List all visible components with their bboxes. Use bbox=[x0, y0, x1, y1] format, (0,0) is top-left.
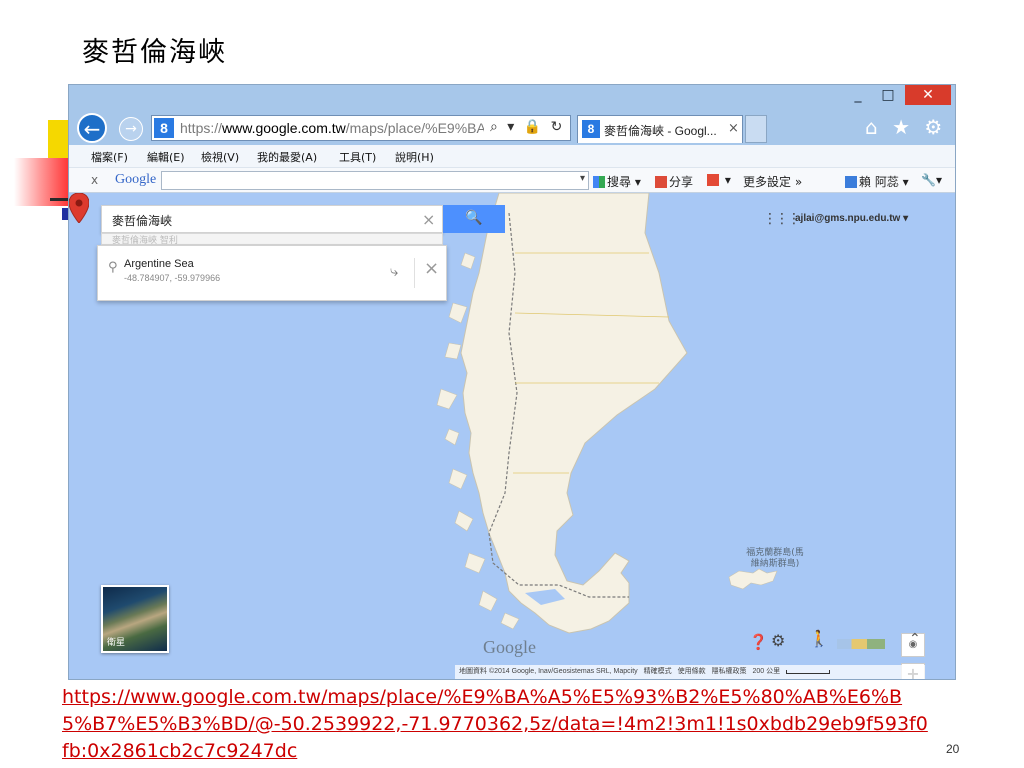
close-window-button[interactable]: ✕ bbox=[905, 85, 951, 105]
attribution-privacy[interactable]: 隱私權政策 bbox=[712, 668, 747, 675]
source-url-link[interactable]: https://www.google.com.tw/maps/place/%E9… bbox=[62, 684, 932, 765]
imagery-thumbnails[interactable] bbox=[837, 639, 885, 649]
wrench-icon[interactable]: 🔧▾ bbox=[921, 173, 942, 187]
apps-grid-icon[interactable]: ⋮⋮⋮ bbox=[763, 211, 801, 227]
google-watermark: Google bbox=[483, 637, 536, 657]
falkland-islands bbox=[728, 568, 778, 590]
url-host: www.google.com.tw bbox=[222, 120, 346, 136]
menu-file[interactable]: 檔案(F) bbox=[91, 149, 128, 165]
user-avatar-icon bbox=[845, 176, 857, 188]
slide-title: 麥哲倫海峽 bbox=[82, 37, 227, 68]
address-bar-icons: ⌕ ▾ 🔒 ↻ bbox=[490, 119, 567, 135]
favorites-star-icon[interactable]: ★ bbox=[892, 115, 910, 139]
search-icon: 🔍 bbox=[465, 210, 483, 226]
menu-tools[interactable]: 工具(T) bbox=[339, 149, 376, 165]
dropdown-icon[interactable]: ▾ bbox=[507, 119, 514, 135]
map-search-button[interactable]: 🔍 bbox=[443, 205, 505, 233]
forward-button[interactable]: → bbox=[119, 117, 143, 141]
search-suggestion-peek: 麥哲倫海峽 智利 bbox=[101, 233, 443, 245]
expand-chevron-icon[interactable]: ⌃ bbox=[909, 631, 921, 647]
share-icon bbox=[655, 176, 667, 188]
home-icon[interactable]: ⌂ bbox=[865, 115, 878, 139]
map-search-box[interactable]: 麥哲倫海峽 × bbox=[101, 205, 443, 233]
browser-right-icons: ⌂ ★ ⚙ bbox=[865, 115, 950, 139]
map-canvas[interactable]: 麥哲倫海峽 × 🔍 麥哲倫海峽 智利 ⚲ Argentine Sea -48.7… bbox=[69, 193, 955, 679]
new-tab-button[interactable] bbox=[745, 115, 767, 143]
back-button[interactable]: ← bbox=[77, 113, 107, 143]
chevron-down-icon[interactable]: ▾ bbox=[580, 173, 585, 184]
clear-search-icon[interactable]: × bbox=[422, 210, 435, 229]
satellite-view-toggle[interactable]: 衛星 bbox=[101, 585, 169, 653]
menu-bar: 檔案(F) 編輯(E) 檢視(V) 我的最愛(A) 工具(T) 說明(H) bbox=[69, 145, 955, 167]
scale-bar bbox=[786, 670, 831, 674]
tab-google-maps[interactable]: 8 麥哲倫海峽 - Googl... × bbox=[577, 115, 743, 143]
google-toolbar-logo: Google bbox=[115, 172, 157, 187]
attribution-data: 地圖資料 ©2014 Google, Inav/Geosistemas SRL,… bbox=[459, 668, 638, 675]
translate-icon bbox=[707, 174, 719, 186]
map-attribution: 地圖資料 ©2014 Google, Inav/Geosistemas SRL,… bbox=[455, 665, 925, 679]
directions-icon[interactable]: ⤷ bbox=[390, 262, 398, 280]
toolbar-more-settings[interactable]: 更多設定 » bbox=[743, 173, 802, 190]
toolbar-search-button[interactable]: 搜尋 ▾ bbox=[593, 173, 641, 190]
map-settings-gear-icon[interactable]: ⚙ bbox=[771, 631, 785, 650]
card-divider bbox=[414, 258, 415, 288]
menu-edit[interactable]: 編輯(E) bbox=[147, 149, 185, 165]
url-text[interactable]: https://www.google.com.tw/maps/place/%E9… bbox=[180, 120, 484, 136]
decorative-line bbox=[50, 198, 70, 201]
page-number: 20 bbox=[946, 742, 960, 756]
maximize-button[interactable]: □ bbox=[875, 85, 901, 105]
account-menu[interactable]: ajlai@gms.npu.edu.tw ▾ bbox=[795, 213, 908, 224]
menu-view[interactable]: 檢視(V) bbox=[201, 149, 239, 165]
menu-favorites[interactable]: 我的最愛(A) bbox=[257, 149, 317, 165]
place-name[interactable]: Argentine Sea bbox=[124, 258, 194, 270]
arrow-right-icon: → bbox=[125, 121, 137, 137]
place-coordinates: -48.784907, -59.979966 bbox=[124, 273, 221, 283]
menu-help[interactable]: 說明(H) bbox=[395, 149, 434, 165]
navigation-row: ← → 8 https://www.google.com.tw/maps/pla… bbox=[69, 109, 955, 145]
scale-label: 200 公里 bbox=[752, 668, 781, 675]
toolbar-user[interactable]: 賴 阿蕊 ▾ bbox=[845, 173, 909, 190]
google-favicon-icon: 8 bbox=[582, 120, 600, 138]
url-prefix: https:// bbox=[180, 120, 223, 136]
lock-icon[interactable]: 🔒 bbox=[524, 119, 541, 135]
google-favicon-icon: 8 bbox=[154, 118, 174, 138]
satellite-label: 衛星 bbox=[107, 638, 126, 648]
attribution-report[interactable]: 精確模式 bbox=[644, 668, 672, 675]
patagonia-landmass bbox=[460, 193, 688, 634]
google-search-icon bbox=[593, 176, 605, 188]
toolbar-close-icon[interactable]: x bbox=[91, 173, 98, 187]
location-pin-icon: ⚲ bbox=[108, 260, 118, 275]
falkland-islands-label: 福克蘭群島(馬維納斯群島) bbox=[746, 548, 804, 569]
toolbar-search-input[interactable]: ▾ bbox=[161, 171, 589, 190]
arrow-left-icon: ← bbox=[83, 117, 101, 141]
pegman-street-view-icon[interactable]: 🚶 bbox=[809, 629, 829, 648]
google-toolbar: x Google ▾ 搜尋 ▾ 分享 ▾ 更多設定 » 賴 阿蕊 ▾ 🔧▾ bbox=[69, 167, 955, 193]
attribution-terms[interactable]: 使用條款 bbox=[678, 668, 706, 675]
settings-gear-icon[interactable]: ⚙ bbox=[924, 115, 942, 139]
address-bar[interactable]: 8 https://www.google.com.tw/maps/place/%… bbox=[151, 115, 571, 141]
tab-close-icon[interactable]: × bbox=[728, 121, 739, 136]
toolbar-translate-button[interactable]: ▾ bbox=[707, 173, 731, 187]
close-card-icon[interactable]: × bbox=[424, 258, 439, 279]
place-info-card[interactable]: ⚲ Argentine Sea -48.784907, -59.979966 ⤷… bbox=[97, 245, 447, 301]
refresh-icon[interactable]: ↻ bbox=[551, 119, 563, 135]
minimize-button[interactable]: _ bbox=[845, 85, 871, 105]
tab-title: 麥哲倫海峽 - Googl... bbox=[604, 124, 717, 138]
browser-window: _ □ ✕ ← → 8 https://www.google.com.tw/ma… bbox=[68, 84, 956, 680]
title-bar: _ □ ✕ bbox=[69, 85, 955, 109]
search-icon[interactable]: ⌕ bbox=[490, 119, 498, 135]
map-search-input[interactable]: 麥哲倫海峽 bbox=[112, 212, 172, 229]
url-path: /maps/place/%E9%BA%A5 bbox=[345, 120, 484, 136]
toolbar-share-button[interactable]: 分享 bbox=[655, 173, 693, 190]
red-location-pin-icon[interactable] bbox=[69, 193, 89, 223]
help-icon[interactable]: ❓ bbox=[749, 633, 768, 651]
